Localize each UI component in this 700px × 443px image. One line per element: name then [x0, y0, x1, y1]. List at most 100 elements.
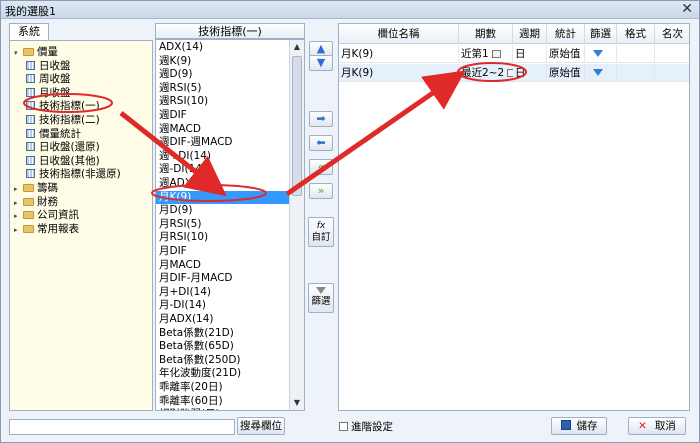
list-item[interactable]: 週ADX(14) — [159, 177, 214, 191]
list-item[interactable]: 月MACD — [159, 259, 201, 273]
tree-label: 周收盤 — [39, 73, 71, 86]
table-icon — [26, 101, 35, 111]
list-item[interactable]: 週K(9) — [159, 55, 191, 69]
close-icon[interactable]: ✕ — [681, 1, 693, 17]
scroll-down-icon[interactable]: ▼ — [290, 396, 304, 410]
tree-item[interactable]: 日收盤 — [26, 59, 71, 73]
table-cell[interactable]: 日 — [513, 45, 547, 63]
list-item[interactable]: Beta係數(250D) — [159, 354, 241, 368]
table-cell[interactable] — [655, 45, 689, 63]
list-item[interactable]: 乖離率(20日) — [159, 381, 223, 395]
list-item[interactable]: Beta係數(65D) — [159, 340, 234, 354]
tree-folder[interactable]: ▸ 常用報表 — [14, 222, 79, 236]
filter-icon[interactable] — [593, 50, 603, 57]
table-cell[interactable] — [585, 64, 617, 82]
table-cell[interactable]: 月K(9) — [339, 45, 459, 63]
table-cell[interactable]: 月K(9) — [339, 64, 459, 82]
list-item[interactable]: 月ADX(14) — [159, 313, 214, 327]
list-item[interactable]: 週RSI(5) — [159, 82, 201, 96]
tab-system[interactable]: 系統 — [9, 23, 49, 41]
filter-icon[interactable] — [593, 69, 603, 76]
edit-icon[interactable] — [491, 50, 501, 58]
scroll-up-icon[interactable]: ▲ — [290, 40, 304, 54]
list-item[interactable]: 年化波動度(21D) — [159, 367, 241, 381]
tree-folder[interactable]: ▸ 公司資訊 — [14, 208, 79, 222]
table-cell[interactable] — [585, 45, 617, 63]
search-button[interactable]: 搜尋欄位 — [237, 417, 285, 435]
table-cell[interactable] — [617, 64, 655, 82]
list-item[interactable]: 週MACD — [159, 123, 201, 137]
tree-label: 籌碼 — [37, 182, 58, 194]
list-item[interactable]: 週DIF-週MACD — [159, 136, 233, 150]
table-cell[interactable] — [655, 64, 689, 82]
table-cell[interactable]: 最近2~2 — [459, 64, 517, 82]
expand-icon[interactable]: ▸ — [14, 223, 23, 237]
tree-item[interactable]: 技術指標(二) — [26, 113, 100, 127]
list-header: 技術指標(一) — [155, 23, 305, 39]
list-item[interactable]: 週D(9) — [159, 68, 192, 82]
column-header[interactable]: 格式 — [617, 24, 655, 44]
list-item[interactable]: 週DIF — [159, 109, 187, 123]
list-item[interactable]: 相對強弱(日) — [159, 408, 220, 410]
tree-label: 技術指標(一) — [39, 100, 100, 113]
list-item[interactable]: 月DIF — [159, 245, 187, 259]
column-header[interactable]: 週期 — [513, 24, 547, 44]
list-item[interactable]: 乖離率(60日) — [159, 395, 223, 409]
custom-button[interactable]: fx 自訂 — [308, 217, 334, 247]
list-item[interactable]: ADX(14) — [159, 41, 203, 55]
table-icon — [26, 74, 35, 84]
advanced-checkbox[interactable] — [339, 422, 348, 431]
list-item[interactable]: 月RSI(10) — [159, 231, 208, 245]
tree-folder[interactable]: ▸ 財務 — [14, 195, 58, 209]
cell-period: 近第1 — [461, 48, 489, 60]
cell-period: 最近2~2 — [461, 67, 505, 79]
column-header[interactable]: 欄位名稱 — [339, 24, 459, 44]
tree-item[interactable]: 日收盤(其他) — [26, 154, 100, 168]
save-button[interactable]: 儲存 — [551, 417, 607, 435]
tree-item[interactable]: 技術指標(一) — [26, 99, 100, 113]
table-cell[interactable]: 日 — [513, 64, 547, 82]
list-item[interactable]: 週+DI(14) — [159, 150, 211, 164]
remove-column-button[interactable]: ⬅ — [309, 135, 333, 151]
search-input[interactable] — [9, 419, 235, 435]
cancel-button[interactable]: ✕ 取消 — [628, 417, 686, 435]
column-header[interactable]: 期數 — [459, 24, 513, 44]
tree-item[interactable]: 價量統計 — [26, 127, 81, 141]
tree-folder[interactable]: ▾ 價量 — [14, 45, 58, 59]
list-item[interactable]: 月-DI(14) — [159, 299, 206, 313]
list-item[interactable]: 月DIF-月MACD — [159, 272, 233, 286]
save-icon — [560, 420, 571, 430]
list-item[interactable]: 月+DI(14) — [159, 286, 211, 300]
tree-item[interactable]: 周收盤 — [26, 72, 71, 86]
list-item[interactable]: 月D(9) — [159, 204, 192, 218]
list-item[interactable]: Beta係數(21D) — [159, 327, 234, 341]
filter-button-label: 篩選 — [311, 296, 331, 307]
list-item[interactable]: 月RSI(5) — [159, 218, 201, 232]
column-header[interactable]: 名次 — [655, 24, 689, 44]
tree-label: 常用報表 — [37, 222, 79, 235]
table-cell[interactable]: 原始值 — [547, 45, 585, 63]
table-cell[interactable]: 原始值 — [547, 64, 585, 82]
move-down-button[interactable]: ▼ — [309, 55, 333, 71]
table-cell[interactable] — [617, 45, 655, 63]
tree-item[interactable]: 技術指標(非還原) — [26, 167, 121, 181]
scroll-thumb[interactable] — [292, 56, 302, 196]
cancel-label: 取消 — [654, 420, 676, 432]
column-header[interactable]: 統計 — [547, 24, 585, 44]
list-scrollbar[interactable]: ▲ ▼ — [289, 40, 304, 410]
list-item[interactable]: 週-DI(14) — [159, 163, 206, 177]
add-all-button[interactable]: » — [309, 183, 333, 199]
fx-icon: fx — [316, 221, 326, 231]
tree-item[interactable]: 日收盤(還原) — [26, 140, 100, 154]
collapse-icon[interactable]: ▾ — [14, 46, 23, 60]
list-item[interactable]: 月K(9) — [156, 190, 289, 205]
add-column-button[interactable]: ➡ — [309, 111, 333, 127]
table-cell[interactable]: 近第1 — [459, 45, 513, 63]
remove-all-button[interactable]: « — [309, 159, 333, 175]
list-item[interactable]: 週RSI(10) — [159, 95, 208, 109]
filter-button[interactable]: 篩選 — [308, 283, 334, 313]
tree-folder[interactable]: ▸ 籌碼 — [14, 181, 58, 195]
tree-label: 日收盤(還原) — [39, 141, 100, 154]
tree-item[interactable]: 月收盤 — [26, 86, 71, 100]
column-header[interactable]: 篩選 — [585, 24, 617, 44]
